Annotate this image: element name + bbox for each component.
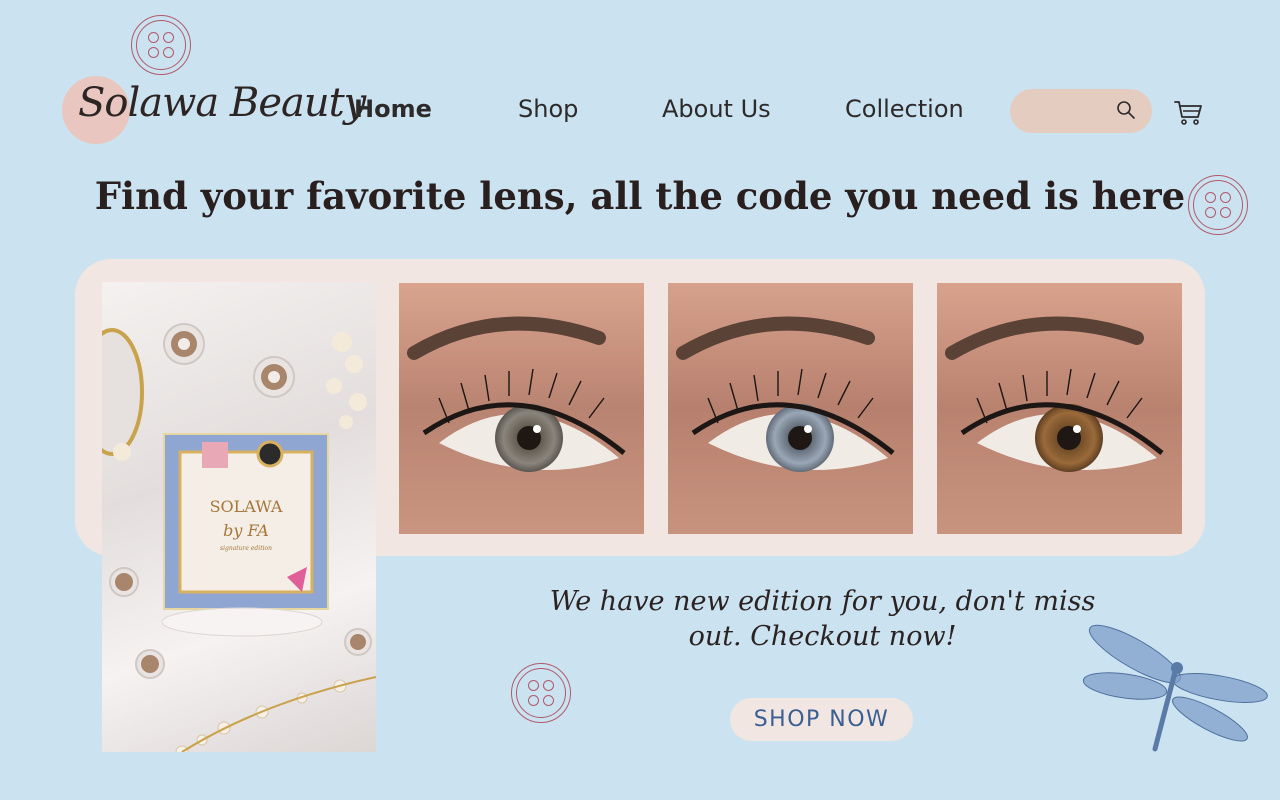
lens-photo-grey[interactable] [399,283,644,534]
nav-about-us[interactable]: About Us [662,95,771,123]
shop-now-button[interactable]: SHOP NOW [730,698,913,741]
box-subtitle-text: by FA [223,521,269,540]
decorative-button-icon [511,663,571,723]
lens-photo-blue[interactable] [668,283,913,534]
hero-headline: Find your favorite lens, all the code yo… [94,174,1186,218]
brand-logo[interactable]: Solawa Beauty [78,80,366,126]
product-photo[interactable]: SOLAWA by FA signature edition [102,282,376,752]
decorative-button-icon [131,15,191,75]
cart-icon[interactable] [1172,96,1204,128]
nav-collection[interactable]: Collection [845,95,964,123]
box-brand-text: SOLAWA [210,497,283,516]
nav-home[interactable]: Home [354,95,432,123]
search-box[interactable] [1010,89,1152,133]
lens-photo-brown[interactable] [937,283,1182,534]
tagline-line-2: out. Checkout now! [688,621,957,652]
search-icon[interactable] [1116,100,1136,120]
tagline-line-1: We have new edition for you, don't miss [549,586,1096,617]
box-edition-text: signature edition [220,545,272,552]
nav-shop[interactable]: Shop [518,95,578,123]
search-input[interactable] [1026,97,1114,125]
hero-tagline: We have new edition for you, don't miss … [540,584,1105,654]
dragonfly-icon [1082,624,1268,752]
